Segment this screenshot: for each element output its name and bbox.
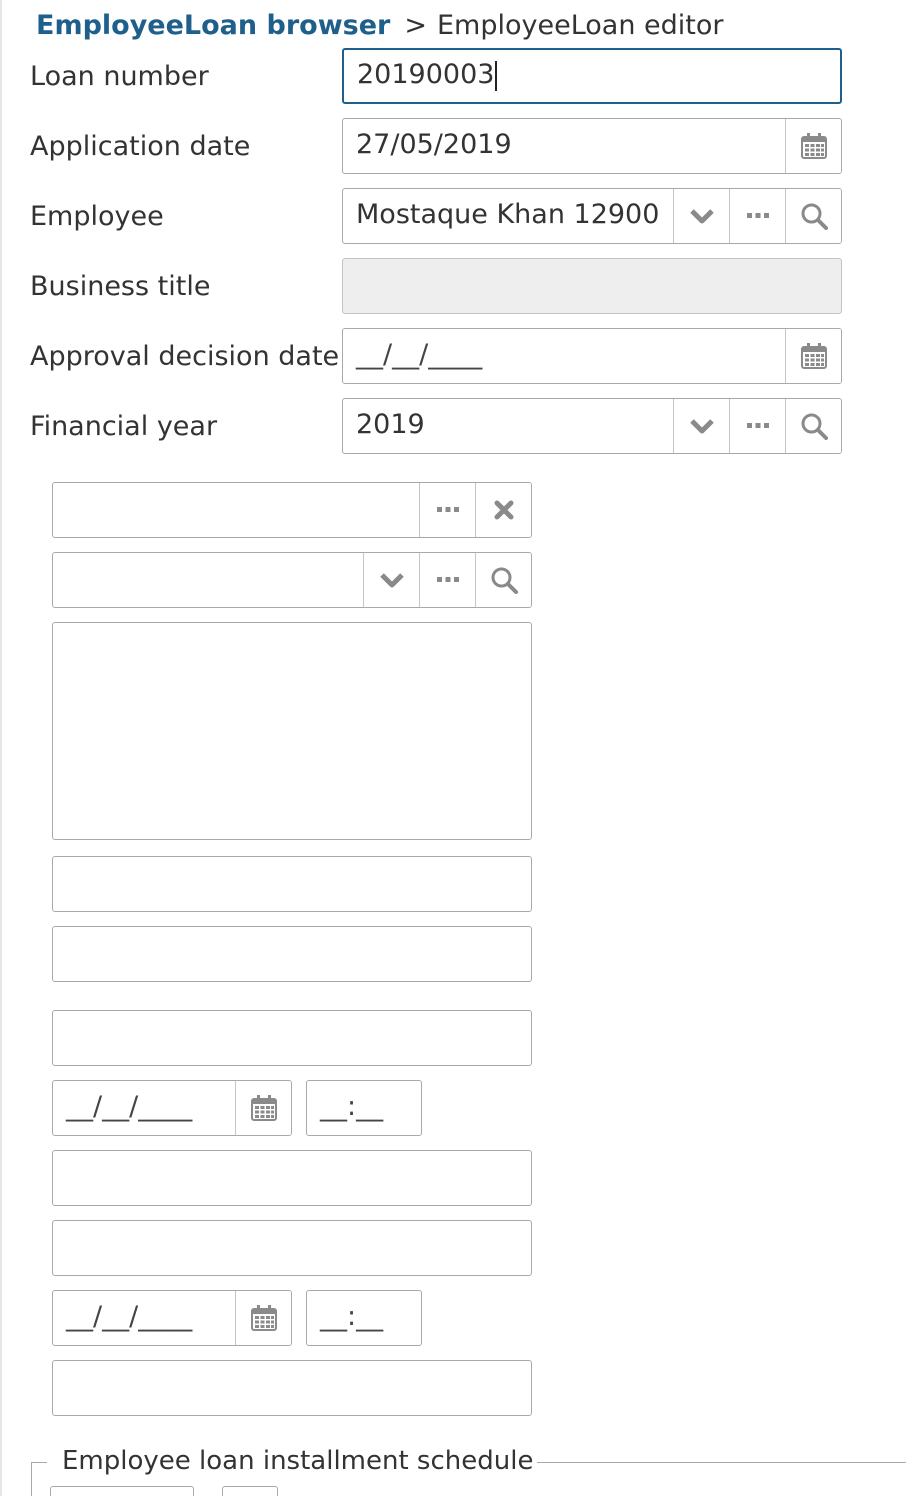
breadcrumb: EmployeeLoan browser > EmployeeLoan edit… [36, 6, 724, 44]
ellipsis-icon [746, 213, 769, 218]
fieldset-border-top-left [31, 1462, 47, 1463]
date-field-1-value: __/__/____ [66, 1091, 193, 1122]
installment-schedule-button-2[interactable] [222, 1486, 278, 1496]
loan-number-label: Loan number [30, 61, 209, 92]
search-icon [801, 413, 828, 440]
close-icon [494, 500, 513, 520]
chevron-down-icon [689, 209, 714, 224]
fieldset-border-top [505, 1462, 906, 1463]
financial-year-label: Financial year [30, 411, 218, 442]
text-field-1-value [53, 857, 531, 911]
application-date-value: 27/05/2019 [356, 129, 512, 160]
time-field-1-value: __:__ [320, 1091, 384, 1122]
text-field-2[interactable] [52, 926, 532, 982]
date-field-2-value: __/__/____ [66, 1301, 193, 1332]
employee-value: Mostaque Khan 12900 [356, 199, 660, 230]
business-title-value [343, 259, 841, 313]
ellipsis-icon [436, 507, 459, 512]
financial-year-dropdown-button[interactable] [673, 399, 729, 453]
financial-year-value: 2019 [356, 409, 425, 440]
calendar-icon [250, 1305, 277, 1331]
text-field-2-value [53, 927, 531, 981]
loan-number-text: 20190003 [357, 59, 495, 90]
picker-field-1-clear-button[interactable] [475, 483, 531, 537]
application-date-calendar-button[interactable] [785, 119, 841, 173]
calendar-icon [800, 133, 827, 159]
ellipsis-icon [436, 577, 459, 582]
approval-decision-date-calendar-button[interactable] [785, 329, 841, 383]
employee-search-button[interactable] [785, 189, 841, 243]
text-area[interactable] [52, 622, 532, 840]
loan-number-value: 20190003 [344, 50, 840, 102]
employee-lookup[interactable]: Mostaque Khan 12900 [342, 188, 842, 244]
text-field-3[interactable] [52, 1010, 532, 1066]
date-field-1-calendar-button[interactable] [235, 1081, 291, 1135]
text-field-1[interactable] [52, 856, 532, 912]
calendar-icon [250, 1095, 277, 1121]
approval-decision-date-input[interactable]: __/__/____ [342, 328, 842, 384]
picker-field-1-more-button[interactable] [419, 483, 475, 537]
search-icon [801, 203, 828, 230]
text-field-6-value [53, 1361, 531, 1415]
window-edge [0, 0, 2, 1496]
text-field-6[interactable] [52, 1360, 532, 1416]
text-field-4-value [53, 1151, 531, 1205]
text-field-5[interactable] [52, 1220, 532, 1276]
business-title-label: Business title [30, 271, 211, 302]
lookup-field-2-more-button[interactable] [419, 553, 475, 607]
breadcrumb-current: EmployeeLoan editor [437, 9, 724, 41]
time-field-1[interactable]: __:__ [306, 1080, 422, 1136]
picker-field-1-value [53, 483, 419, 537]
time-field-2-value: __:__ [320, 1301, 384, 1332]
application-date-label: Application date [30, 131, 251, 162]
breadcrumb-separator: > [404, 9, 427, 41]
text-field-4[interactable] [52, 1150, 532, 1206]
time-field-2[interactable]: __:__ [306, 1290, 422, 1346]
breadcrumb-browser-link[interactable]: EmployeeLoan browser [36, 10, 390, 41]
approval-decision-date-value: __/__/____ [356, 339, 483, 370]
installment-schedule-legend: Employee loan installment schedule [58, 1446, 538, 1476]
application-date-input[interactable]: 27/05/2019 [342, 118, 842, 174]
employee-more-button[interactable] [729, 189, 785, 243]
date-field-1[interactable]: __/__/____ [52, 1080, 292, 1136]
employee-dropdown-button[interactable] [673, 189, 729, 243]
lookup-field-2[interactable] [52, 552, 532, 608]
financial-year-search-button[interactable] [785, 399, 841, 453]
financial-year-more-button[interactable] [729, 399, 785, 453]
text-caret [495, 60, 498, 91]
employee-label: Employee [30, 201, 164, 232]
chevron-down-icon [689, 419, 714, 434]
text-field-3-value [53, 1011, 531, 1065]
text-field-5-value [53, 1221, 531, 1275]
installment-schedule-button-1[interactable] [50, 1486, 194, 1496]
business-title-field [342, 258, 842, 314]
picker-field-1[interactable] [52, 482, 532, 538]
calendar-icon [800, 343, 827, 369]
approval-decision-date-label: Approval decision date [30, 341, 340, 372]
loan-number-input[interactable]: 20190003 [342, 48, 842, 104]
lookup-field-2-search-button[interactable] [475, 553, 531, 607]
ellipsis-icon [746, 423, 769, 428]
lookup-field-2-value [53, 553, 363, 607]
search-icon [491, 567, 518, 594]
date-field-2-calendar-button[interactable] [235, 1291, 291, 1345]
fieldset-border-left [31, 1462, 32, 1496]
financial-year-lookup[interactable]: 2019 [342, 398, 842, 454]
chevron-down-icon [379, 573, 404, 588]
date-field-2[interactable]: __/__/____ [52, 1290, 292, 1346]
lookup-field-2-dropdown-button[interactable] [363, 553, 419, 607]
